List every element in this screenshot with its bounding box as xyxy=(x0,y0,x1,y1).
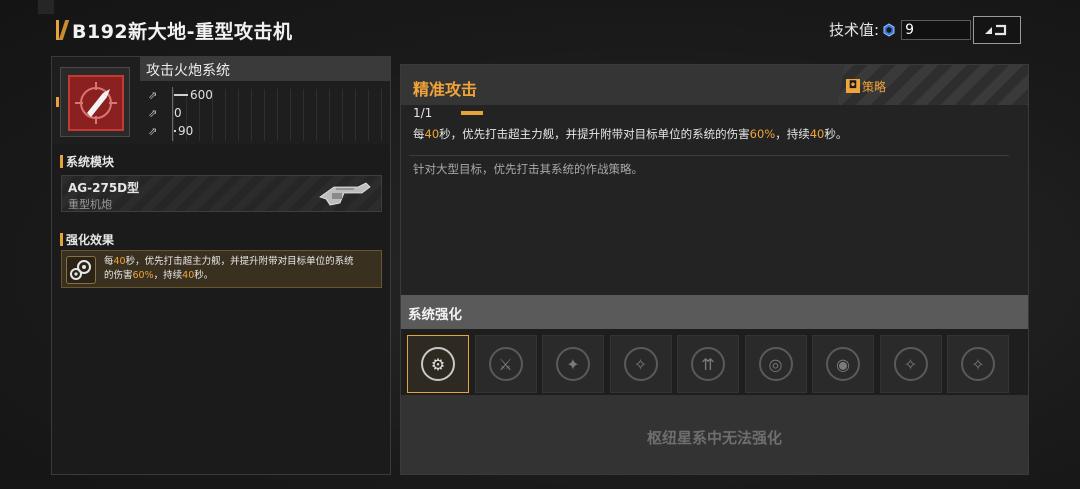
enhance-slot[interactable]: ◎ xyxy=(744,335,807,393)
skill-level: 1/1 xyxy=(413,106,433,120)
enhance-slot[interactable]: ⚙ xyxy=(407,335,469,393)
heavy-cannon-icon xyxy=(319,182,371,206)
skill-header: 精准攻击 ◘ 策略 xyxy=(401,65,1028,105)
module-type: 重型机炮 xyxy=(68,198,112,211)
effect-description: 每40秒，优先打击超主力舰，并提升附带对目标单位的系统 的伤害60%，持续40秒。 xyxy=(104,256,354,281)
return-arrow-icon xyxy=(985,24,1007,36)
system-icon-frame[interactable] xyxy=(60,67,130,137)
enhance-locked-text: 枢纽星系中无法强化 xyxy=(646,429,782,447)
module-section-label: 系统模块 xyxy=(60,153,114,170)
tech-value-display: 技术值: 9 xyxy=(829,19,972,40)
enhance-header: 系统强化 xyxy=(401,295,1028,329)
system-header: 攻击火炮系统 ⇗ 600 ⇗ 0 ⇗ 90 xyxy=(52,57,390,144)
enhance-slots: ⚙ ⚔ ✦ ✧ ⇈ ◎ ◉ ✧ ✧ xyxy=(401,329,1028,395)
blade-third-icon: ✧ xyxy=(961,347,995,381)
skill-level-bar xyxy=(461,111,483,115)
stat-value: 0 xyxy=(174,106,182,120)
speed-arrows-icon: ⇈ xyxy=(691,347,725,381)
radar-icon: ◉ xyxy=(826,347,860,381)
sword-plus-icon: ⚔ xyxy=(488,347,523,381)
system-stats: ⇗ 600 ⇗ 0 ⇗ 90 xyxy=(148,87,388,143)
stat-value: 90 xyxy=(178,124,194,138)
stat-bar xyxy=(174,130,176,132)
page-title-area: B192新大地-重型攻击机 xyxy=(56,16,293,44)
page-title: B192新大地-重型攻击机 xyxy=(72,20,293,43)
enhance-slot[interactable]: ✧ xyxy=(947,335,1009,393)
enhance-slot[interactable]: ✦ xyxy=(542,335,604,393)
gears-icon: ⚙ xyxy=(421,347,455,381)
artillery-target-icon xyxy=(68,75,124,131)
enhance-slot[interactable]: ⚔ xyxy=(474,335,537,393)
enhance-slot[interactable]: ✧ xyxy=(879,335,942,393)
module-name: AG-275D型 xyxy=(68,181,140,195)
corner-decoration xyxy=(38,0,54,14)
skill-title: 精准攻击 xyxy=(413,80,478,99)
stat-row-attack: ⇗ 600 xyxy=(148,87,213,103)
gears-icon xyxy=(66,256,96,284)
enhance-title: 系统强化 xyxy=(408,307,462,323)
enhance-slot[interactable]: ◉ xyxy=(812,335,874,393)
title-accent-slash xyxy=(58,20,70,40)
strategy-tag: ◘ 策略 xyxy=(846,78,886,94)
system-info-panel: 攻击火炮系统 ⇗ 600 ⇗ 0 ⇗ 90 系统模块 AG-275D型 重型机炮… xyxy=(51,56,391,475)
system-name: 攻击火炮系统 xyxy=(146,63,230,79)
cannon-plus-icon: ✦ xyxy=(556,347,590,381)
section-accent-bar xyxy=(60,233,63,246)
stat-row-speed: ⇗ 0 xyxy=(148,105,182,121)
enhance-slot[interactable]: ⇈ xyxy=(677,335,739,393)
tech-value: 9 xyxy=(901,19,972,40)
description-divider xyxy=(409,155,1009,156)
back-button[interactable] xyxy=(973,16,1021,44)
enhance-locked-area: 枢纽星系中无法强化 xyxy=(401,395,1028,474)
strategy-icon: ◘ xyxy=(846,79,860,93)
speed-stat-icon: ⇗ xyxy=(148,106,158,120)
section-label-text: 强化效果 xyxy=(66,233,115,247)
skill-description: 每40秒，优先打击超主力舰，并提升附带对目标单位的系统的伤害60%，持续40秒。 xyxy=(413,127,848,141)
attack-stat-icon: ⇗ xyxy=(148,88,158,102)
crystal-icon xyxy=(883,22,895,37)
skill-detail-panel: 精准攻击 ◘ 策略 1/1 每40秒，优先打击超主力舰，并提升附带对目标单位的系… xyxy=(400,64,1029,475)
module-card[interactable]: AG-275D型 重型机炮 xyxy=(61,175,382,212)
stat-row-range: ⇗ 90 xyxy=(148,123,193,139)
enhance-slot[interactable]: ✧ xyxy=(609,335,672,393)
system-icon-marker xyxy=(56,97,59,107)
skill-flavor-text: 针对大型目标，优先打击其系统的作战策略。 xyxy=(413,162,643,176)
strategy-label: 策略 xyxy=(862,79,887,94)
target-rotate-icon: ◎ xyxy=(758,347,793,381)
tech-label: 技术值: xyxy=(829,21,880,39)
section-accent-bar xyxy=(60,155,63,168)
blade-icon: ✧ xyxy=(623,347,658,381)
section-label-text: 系统模块 xyxy=(66,155,115,169)
range-stat-icon: ⇗ xyxy=(148,124,158,138)
blade-alt-icon: ✧ xyxy=(893,347,928,381)
stat-bar xyxy=(174,94,188,96)
effect-section-label: 强化效果 xyxy=(60,231,114,248)
effect-card[interactable]: 每40秒，优先打击超主力舰，并提升附带对目标单位的系统 的伤害60%，持续40秒。 xyxy=(61,250,382,288)
stat-value: 600 xyxy=(190,88,213,102)
